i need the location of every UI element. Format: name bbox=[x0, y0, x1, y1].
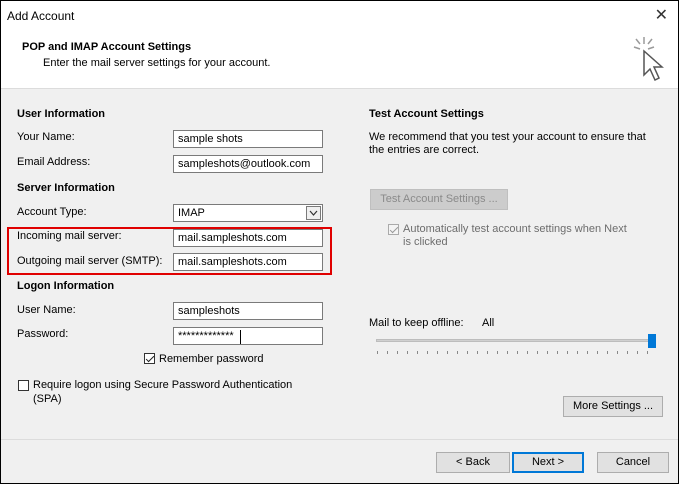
password-label: Password: bbox=[17, 328, 69, 340]
incoming-server-label: Incoming mail server: bbox=[17, 230, 122, 242]
slider-tick bbox=[617, 351, 618, 354]
slider-tick bbox=[457, 351, 458, 354]
slider-tick bbox=[387, 351, 388, 354]
account-type-value: IMAP bbox=[178, 207, 205, 219]
add-account-dialog: Add Account ✕ POP and IMAP Account Setti… bbox=[0, 0, 679, 484]
email-address-label: Email Address: bbox=[17, 156, 91, 168]
auto-test-label-line1[interactable]: Automatically test account settings when… bbox=[403, 223, 627, 235]
slider-tick bbox=[487, 351, 488, 354]
test-settings-heading: Test Account Settings bbox=[369, 108, 484, 120]
user-name-input[interactable]: sampleshots bbox=[173, 302, 323, 320]
password-input[interactable]: ************* bbox=[173, 327, 323, 345]
test-account-settings-button[interactable]: Test Account Settings ... bbox=[370, 189, 508, 210]
auto-test-checkbox[interactable] bbox=[388, 224, 399, 235]
slider-tick bbox=[517, 351, 518, 354]
slider-tick bbox=[477, 351, 478, 354]
slider-tick bbox=[427, 351, 428, 354]
slider-tick bbox=[577, 351, 578, 354]
offline-slider-track[interactable] bbox=[376, 339, 654, 342]
back-button[interactable]: < Back bbox=[436, 452, 510, 473]
slider-tick bbox=[607, 351, 608, 354]
spa-label-line2[interactable]: (SPA) bbox=[33, 393, 62, 405]
account-type-label: Account Type: bbox=[17, 206, 87, 218]
test-settings-desc-line2: the entries are correct. bbox=[369, 144, 480, 156]
spa-checkbox[interactable] bbox=[18, 380, 29, 391]
incoming-server-input[interactable]: mail.sampleshots.com bbox=[173, 229, 323, 247]
auto-test-label-line2[interactable]: is clicked bbox=[403, 236, 448, 248]
cancel-button[interactable]: Cancel bbox=[597, 452, 669, 473]
slider-tick bbox=[497, 351, 498, 354]
header-subtitle: Enter the mail server settings for your … bbox=[43, 57, 271, 69]
slider-tick bbox=[467, 351, 468, 354]
slider-tick bbox=[537, 351, 538, 354]
window-title: Add Account bbox=[7, 9, 75, 23]
more-settings-button[interactable]: More Settings ... bbox=[563, 396, 663, 417]
cursor-sparkle-icon bbox=[633, 37, 664, 82]
account-type-select[interactable]: IMAP bbox=[173, 204, 323, 222]
header-title: POP and IMAP Account Settings bbox=[22, 41, 192, 53]
user-name-label: User Name: bbox=[17, 304, 76, 316]
slider-tick bbox=[567, 351, 568, 354]
next-button[interactable]: Next > bbox=[512, 452, 584, 473]
server-info-heading: Server Information bbox=[17, 182, 115, 194]
your-name-label: Your Name: bbox=[17, 131, 75, 143]
password-value: ************* bbox=[178, 330, 234, 342]
dialog-header: POP and IMAP Account Settings Enter the … bbox=[1, 31, 678, 89]
text-cursor bbox=[240, 330, 241, 344]
email-address-input[interactable]: sampleshots@outlook.com bbox=[173, 155, 323, 173]
slider-tick bbox=[527, 351, 528, 354]
remember-password-label[interactable]: Remember password bbox=[159, 353, 264, 365]
spa-label-line1[interactable]: Require logon using Secure Password Auth… bbox=[33, 379, 292, 391]
footer-divider bbox=[1, 439, 678, 440]
test-settings-desc-line1: We recommend that you test your account … bbox=[369, 131, 646, 143]
chevron-down-icon[interactable] bbox=[306, 206, 321, 220]
offline-label: Mail to keep offline: bbox=[369, 317, 464, 329]
slider-tick bbox=[557, 351, 558, 354]
slider-tick bbox=[397, 351, 398, 354]
user-info-heading: User Information bbox=[17, 108, 106, 120]
offline-value: All bbox=[482, 317, 495, 329]
slider-tick bbox=[587, 351, 588, 354]
slider-tick bbox=[547, 351, 548, 354]
slider-tick bbox=[447, 351, 448, 354]
remember-password-checkbox[interactable] bbox=[144, 353, 155, 364]
slider-tick bbox=[647, 351, 648, 354]
slider-tick bbox=[417, 351, 418, 354]
outgoing-server-input[interactable]: mail.sampleshots.com bbox=[173, 253, 323, 271]
slider-tick bbox=[377, 351, 378, 354]
close-icon[interactable]: ✕ bbox=[655, 5, 668, 25]
slider-tick bbox=[637, 351, 638, 354]
slider-tick bbox=[407, 351, 408, 354]
title-bar: Add Account ✕ bbox=[1, 1, 678, 31]
slider-tick bbox=[507, 351, 508, 354]
your-name-input[interactable]: sample shots bbox=[173, 130, 323, 148]
outgoing-server-label: Outgoing mail server (SMTP): bbox=[17, 255, 163, 267]
offline-slider-thumb[interactable] bbox=[648, 334, 656, 348]
logon-info-heading: Logon Information bbox=[17, 280, 115, 292]
slider-tick bbox=[597, 351, 598, 354]
slider-tick bbox=[627, 351, 628, 354]
slider-tick bbox=[437, 351, 438, 354]
